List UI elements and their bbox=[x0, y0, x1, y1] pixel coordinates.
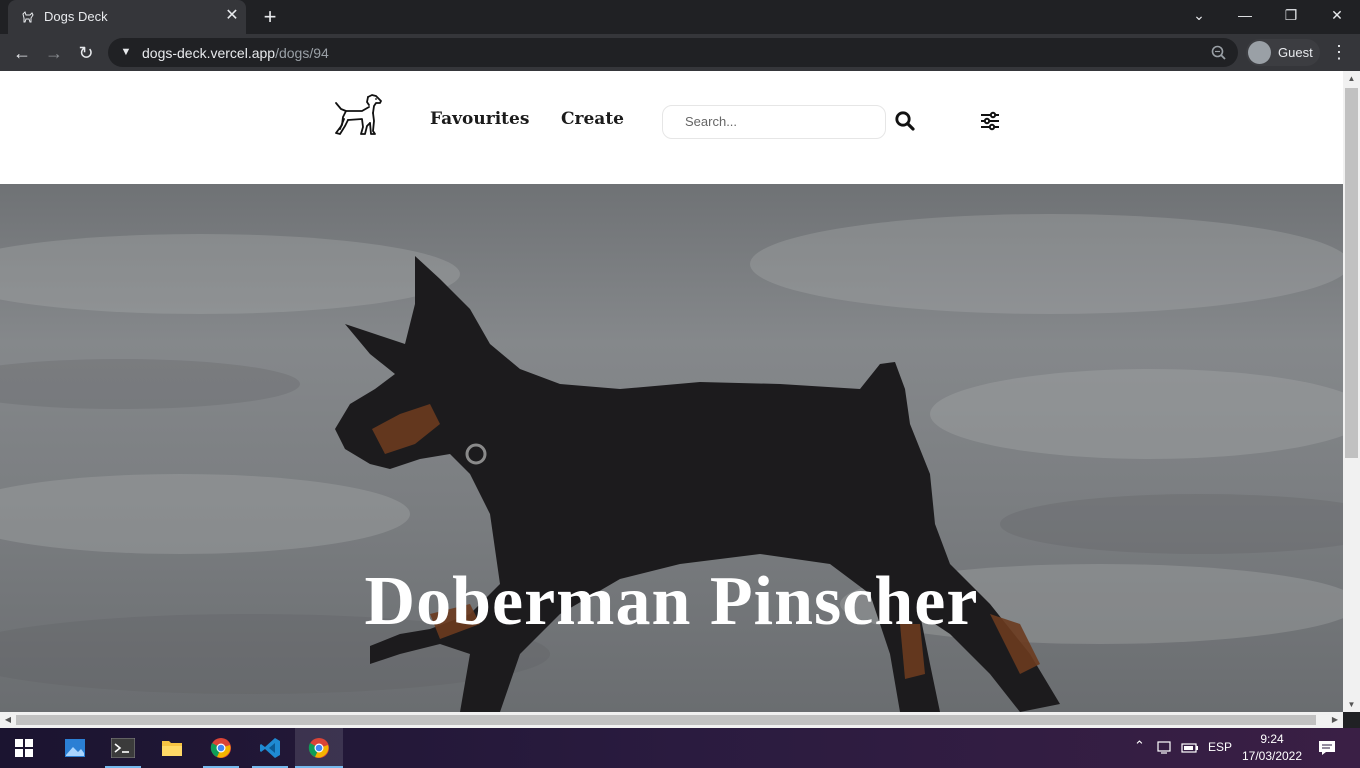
scroll-left-icon[interactable]: ◀ bbox=[3, 715, 13, 724]
back-button[interactable]: ← bbox=[8, 39, 36, 67]
reload-button[interactable]: ↻ bbox=[72, 39, 100, 67]
terminal-icon bbox=[111, 738, 135, 758]
battery-icon[interactable] bbox=[1181, 742, 1199, 754]
zoom-icon[interactable] bbox=[1210, 44, 1228, 62]
scroll-right-icon[interactable]: ▶ bbox=[1330, 715, 1340, 724]
sliders-icon[interactable] bbox=[979, 110, 1001, 132]
new-tab-button[interactable]: + bbox=[258, 5, 282, 29]
photos-icon bbox=[65, 739, 85, 757]
restore-button[interactable]: ❐ bbox=[1268, 0, 1314, 30]
avatar bbox=[1248, 41, 1271, 64]
dog-favicon-icon bbox=[22, 11, 34, 23]
notifications-icon[interactable] bbox=[1318, 740, 1336, 756]
nav-create-link[interactable]: Create bbox=[561, 109, 624, 129]
taskbar-photos-app[interactable] bbox=[51, 728, 99, 768]
vertical-scroll-thumb[interactable] bbox=[1345, 88, 1358, 458]
site-header: Favourites Create bbox=[0, 71, 1343, 184]
browser-menu-icon[interactable]: ⋮ bbox=[1330, 40, 1348, 64]
search-box bbox=[662, 105, 886, 139]
dog-icon[interactable] bbox=[332, 93, 384, 137]
nav-favourites-link[interactable]: Favourites bbox=[430, 109, 529, 129]
taskbar-terminal-app[interactable] bbox=[99, 728, 147, 768]
profile-button[interactable]: Guest bbox=[1246, 39, 1320, 66]
forward-button[interactable]: → bbox=[40, 39, 68, 67]
address-bar[interactable]: ▼ dogs-deck.vercel.app/dogs/94 bbox=[108, 38, 1238, 67]
network-icon[interactable] bbox=[1157, 741, 1175, 755]
clock-date: 17/03/2022 bbox=[1241, 749, 1303, 763]
language-indicator[interactable]: ESP bbox=[1208, 740, 1232, 754]
search-icon[interactable] bbox=[894, 110, 916, 132]
hero-banner: Doberman Pinscher bbox=[0, 184, 1343, 712]
taskbar-file-explorer-app[interactable] bbox=[148, 728, 196, 768]
windows-start-icon[interactable] bbox=[15, 739, 33, 757]
taskbar: ⌃ ESP 9:24 17/03/2022 bbox=[0, 728, 1360, 768]
vscode-icon bbox=[260, 738, 280, 758]
tab-title: Dogs Deck bbox=[44, 9, 108, 24]
scroll-up-icon[interactable]: ▲ bbox=[1343, 74, 1360, 83]
chrome-icon bbox=[210, 738, 231, 758]
url-text[interactable]: dogs-deck.vercel.app/dogs/94 bbox=[142, 45, 329, 61]
horizontal-scrollbar[interactable]: ◀ ▶ bbox=[0, 712, 1343, 728]
browser-tab[interactable]: Dogs Deck ✕ bbox=[8, 0, 246, 34]
system-clock[interactable]: 9:24 17/03/2022 bbox=[1240, 731, 1304, 765]
search-input[interactable] bbox=[685, 114, 875, 129]
profile-label: Guest bbox=[1278, 45, 1313, 60]
breed-title: Doberman Pinscher bbox=[364, 563, 979, 640]
scroll-down-icon[interactable]: ▼ bbox=[1343, 700, 1360, 709]
taskbar-chrome-app[interactable] bbox=[197, 728, 245, 768]
taskbar-chrome-active-app[interactable] bbox=[295, 728, 343, 768]
tab-search-icon[interactable]: ⌄ bbox=[1176, 0, 1222, 30]
horizontal-scroll-thumb[interactable] bbox=[16, 715, 1316, 725]
browser-toolbar: ← → ↻ ▼ dogs-deck.vercel.app/dogs/94 Gue… bbox=[0, 34, 1360, 71]
folder-icon bbox=[162, 741, 182, 756]
show-hidden-icons-icon[interactable]: ⌃ bbox=[1134, 738, 1145, 754]
taskbar-vscode-app[interactable] bbox=[246, 728, 294, 768]
clock-time: 9:24 bbox=[1260, 732, 1284, 746]
close-tab-icon[interactable]: ✕ bbox=[224, 8, 240, 24]
minimize-button[interactable]: — bbox=[1222, 0, 1268, 30]
browser-tab-bar: Dogs Deck ✕ + ⌄ — ❐ ✕ bbox=[0, 0, 1360, 34]
chevron-down-icon[interactable]: ▼ bbox=[118, 44, 134, 60]
page-viewport: Favourites Create Search... Doberman Pin… bbox=[0, 71, 1343, 712]
vertical-scrollbar[interactable]: ▲ ▼ bbox=[1343, 71, 1360, 712]
chrome-icon bbox=[308, 738, 329, 758]
close-window-button[interactable]: ✕ bbox=[1314, 0, 1360, 30]
